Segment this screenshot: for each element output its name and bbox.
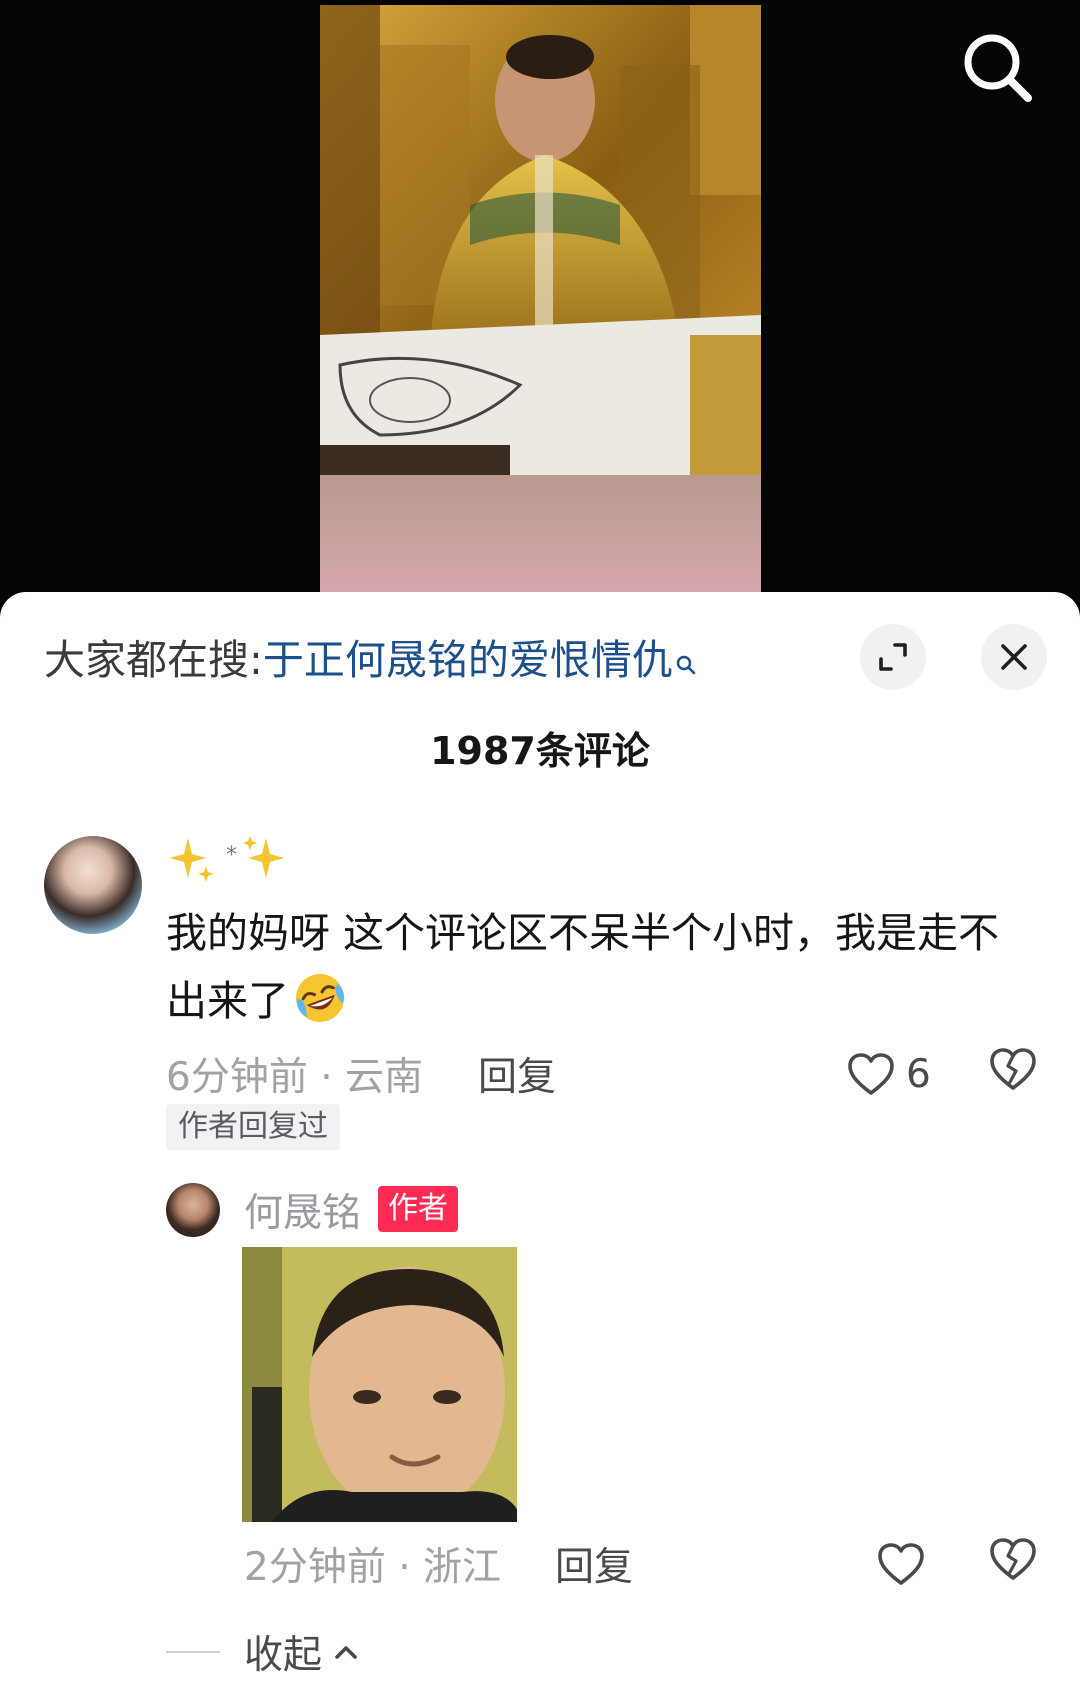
video-frame[interactable] [320,5,761,600]
broken-heart-icon [990,1538,1036,1580]
expand-button[interactable] [860,624,926,690]
heart-icon [878,1543,924,1585]
reply-time-location: 2分钟前 · 浙江 [244,1545,502,1590]
rolling-laughing-emoji-icon [293,971,347,1025]
video-player[interactable] [0,0,1080,600]
search-icon [964,34,1032,102]
collapse-replies-button[interactable]: 收起 [166,1622,360,1682]
search-button[interactable] [958,28,1038,108]
comment-sheet: 大家都在搜:于正何晟铭的爱恨情仇 1987条评论 * 我的妈呀 这个评论区不呆半… [0,592,1080,1699]
comment-text: 我的妈呀 这个评论区不呆半个小时，我是走不出来了 [166,899,1026,1035]
expand-icon [879,643,907,671]
reply-image[interactable] [242,1247,517,1522]
author-avatar[interactable] [166,1183,220,1237]
close-button[interactable] [981,624,1047,690]
commenter-username[interactable]: * [166,832,296,886]
close-icon [1001,644,1027,670]
broken-heart-icon [990,1048,1036,1090]
author-replied-tag: 作者回复过 [166,1104,340,1150]
hot-search-bar[interactable]: 大家都在搜:于正何晟铭的爱恨情仇 [44,632,697,690]
comment-count-title: 1987条评论 [430,729,650,773]
small-search-icon [675,634,697,690]
comment-text-content: 我的妈呀 这个评论区不呆半个小时，我是走不出来了 [166,909,1000,1025]
comment-like-button[interactable]: 6 [846,1046,931,1102]
hot-search-prefix: 大家都在搜: [44,636,263,684]
author-badge: 作者 [378,1186,458,1232]
sheet-header: 大家都在搜:于正何晟铭的爱恨情仇 1987条评论 [0,592,1080,773]
reply-reply-button[interactable]: 回复 [555,1536,633,1592]
chevron-up-icon [335,1646,357,1659]
hot-search-term-link[interactable]: 于正何晟铭的爱恨情仇 [263,636,673,684]
collapse-divider [166,1651,220,1653]
commenter-avatar[interactable] [44,836,142,934]
comment-reply-button[interactable]: 回复 [478,1046,556,1102]
video-still [320,5,761,600]
comment-dislike-button[interactable] [988,1046,1038,1096]
comment-like-count: 6 [906,1051,931,1097]
comment-time-location: 6分钟前 · 云南 [166,1055,424,1100]
reply-photo [242,1247,517,1522]
collapse-label: 收起 [244,1633,323,1678]
reply-like-button[interactable] [876,1536,926,1592]
svg-text:*: * [226,843,237,868]
sparkles-username-glyphs: * [170,836,284,882]
heart-icon [848,1053,894,1095]
reply-username[interactable]: 何晟铭 [244,1182,361,1238]
reply-dislike-button[interactable] [988,1536,1038,1586]
